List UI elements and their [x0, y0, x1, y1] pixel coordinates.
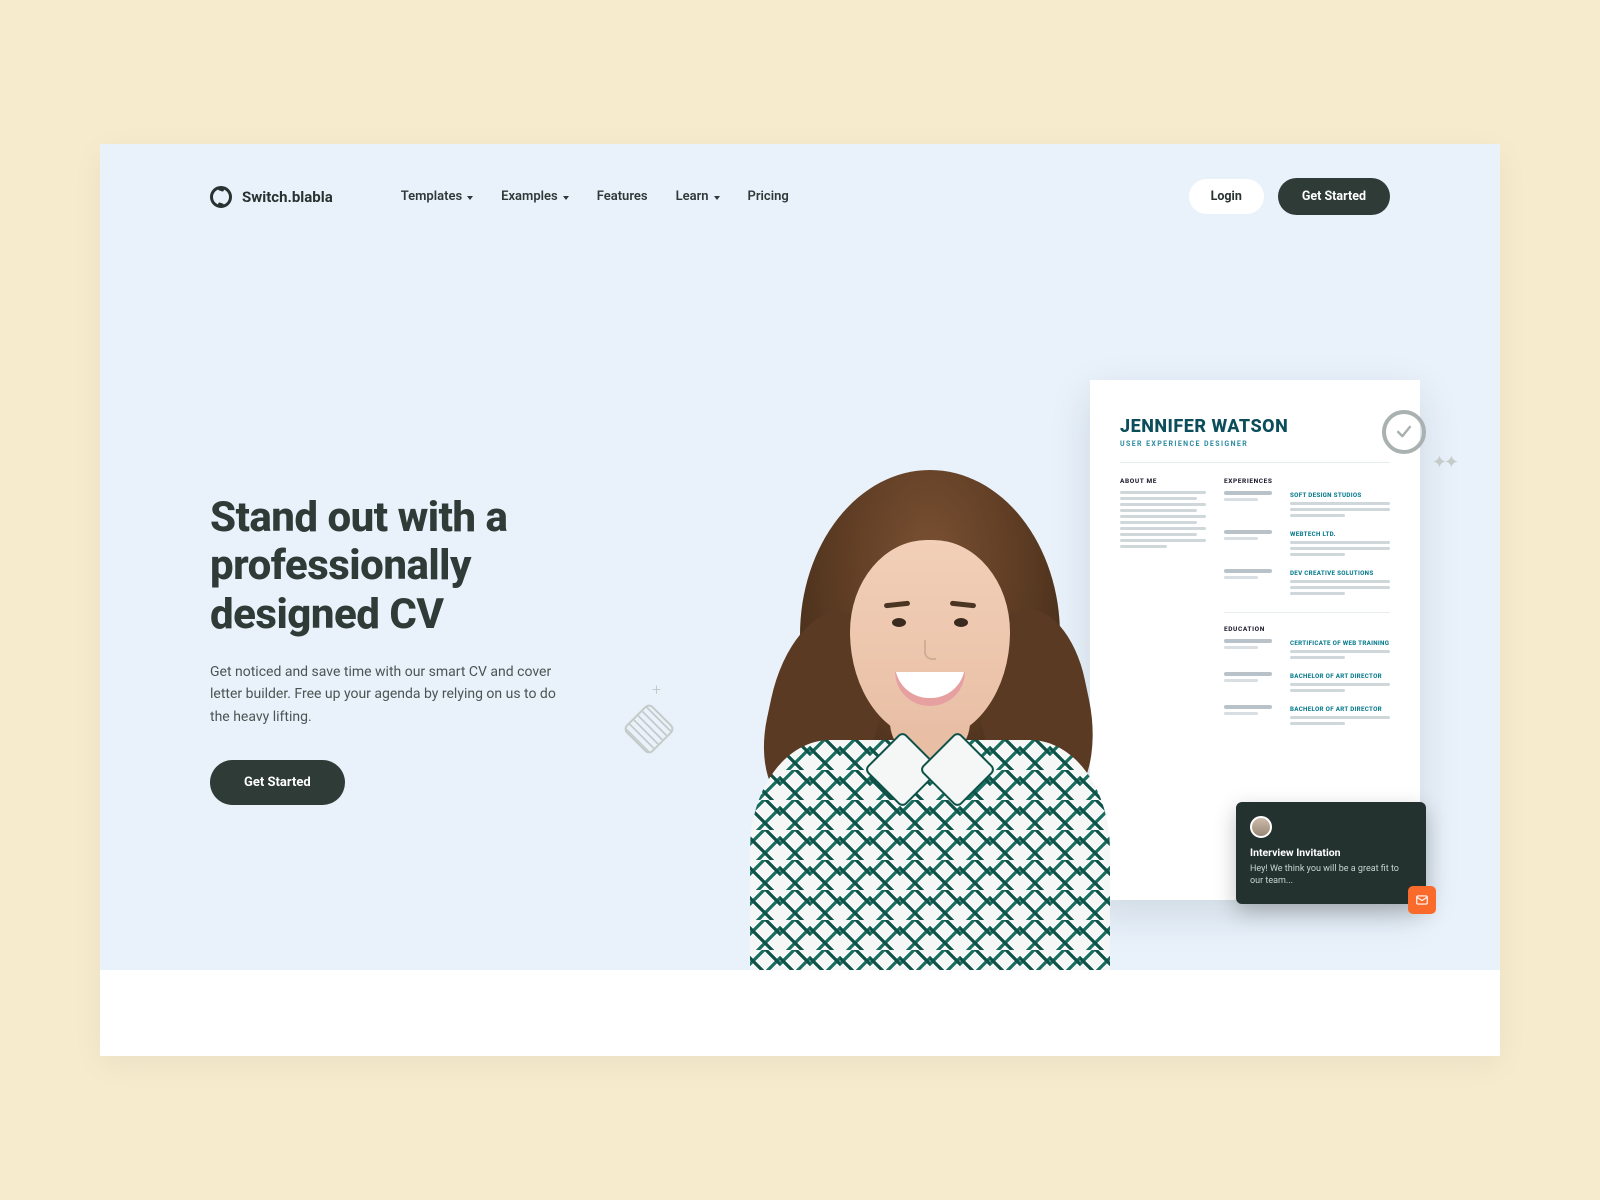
chevron-down-icon	[714, 196, 720, 200]
login-button[interactable]: Login	[1189, 179, 1264, 214]
hero-subtitle: Get noticed and save time with our smart…	[210, 661, 570, 728]
hero-person-image: +	[710, 450, 1140, 970]
invite-body: Hey! We think you will be a great fit to…	[1250, 863, 1412, 888]
nav-links: Templates Examples Features Learn Pricin…	[401, 189, 789, 204]
cv-experience-row: DEV CREATIVE SOLUTIONS	[1224, 569, 1390, 598]
cv-education-row: CERTIFICATE OF WEB TRAINING	[1224, 639, 1390, 662]
nav-actions: Login Get Started	[1189, 178, 1390, 215]
nav-features-label: Features	[597, 189, 648, 204]
nav-learn[interactable]: Learn	[676, 189, 720, 204]
nav-templates-label: Templates	[401, 189, 462, 204]
plus-doodle-icon: +	[652, 680, 661, 699]
invite-title: Interview Invitation	[1250, 846, 1412, 859]
cv-exp-company: WEBTECH LTD.	[1290, 530, 1390, 538]
cv-experiences-label: EXPERIENCES	[1224, 477, 1390, 485]
cv-exp-company: SOFT DESIGN STUDIOS	[1290, 491, 1390, 499]
mail-icon	[1408, 886, 1436, 914]
cv-education-label: EDUCATION	[1224, 625, 1390, 633]
checkmark-badge-icon	[1382, 410, 1426, 454]
hero-cta-button[interactable]: Get Started	[210, 760, 345, 805]
hero-visual: ✦✦ JENNIFER WATSON USER EXPERIENCE DESIG…	[710, 330, 1430, 970]
nav-templates[interactable]: Templates	[401, 189, 473, 204]
cv-education-row: BACHELOR OF ART DIRECTOR	[1224, 672, 1390, 695]
cv-about-label: ABOUT ME	[1120, 477, 1206, 485]
nav-examples[interactable]: Examples	[501, 189, 569, 204]
hero: Stand out with a professionally designed…	[210, 494, 620, 805]
cv-education-row: BACHELOR OF ART DIRECTOR	[1224, 705, 1390, 728]
nav-pricing[interactable]: Pricing	[748, 189, 789, 204]
hero-title: Stand out with a professionally designed…	[210, 494, 620, 639]
get-started-button[interactable]: Get Started	[1278, 178, 1390, 215]
cv-experience-row: WEBTECH LTD.	[1224, 530, 1390, 559]
sparkle-icon: ✦✦	[1432, 452, 1456, 473]
cv-edu-title: BACHELOR OF ART DIRECTOR	[1290, 672, 1390, 680]
logo-icon	[210, 186, 232, 208]
interview-invitation-toast: Interview Invitation Hey! We think you w…	[1236, 802, 1426, 904]
cv-role: USER EXPERIENCE DESIGNER	[1120, 440, 1390, 448]
landing-frame: Switch.blabla Templates Examples Feature…	[100, 144, 1500, 1056]
cv-experience-row: SOFT DESIGN STUDIOS	[1224, 491, 1390, 520]
avatar	[1250, 816, 1272, 838]
nav-learn-label: Learn	[676, 189, 709, 204]
cv-edu-title: BACHELOR OF ART DIRECTOR	[1290, 705, 1390, 713]
footer-strip	[100, 970, 1500, 1056]
chevron-down-icon	[467, 196, 473, 200]
brand-name: Switch.blabla	[242, 188, 333, 206]
diamond-doodle-icon	[622, 702, 676, 756]
brand[interactable]: Switch.blabla	[210, 186, 333, 208]
divider	[1224, 612, 1390, 613]
nav-features[interactable]: Features	[597, 189, 648, 204]
cv-exp-company: DEV CREATIVE SOLUTIONS	[1290, 569, 1390, 577]
nav-pricing-label: Pricing	[748, 189, 789, 204]
cv-about-text	[1120, 491, 1206, 548]
chevron-down-icon	[563, 196, 569, 200]
cv-edu-title: CERTIFICATE OF WEB TRAINING	[1290, 639, 1390, 647]
divider	[1120, 462, 1390, 463]
navbar: Switch.blabla Templates Examples Feature…	[100, 144, 1500, 215]
cv-name: JENNIFER WATSON	[1120, 416, 1390, 437]
nav-examples-label: Examples	[501, 189, 558, 204]
